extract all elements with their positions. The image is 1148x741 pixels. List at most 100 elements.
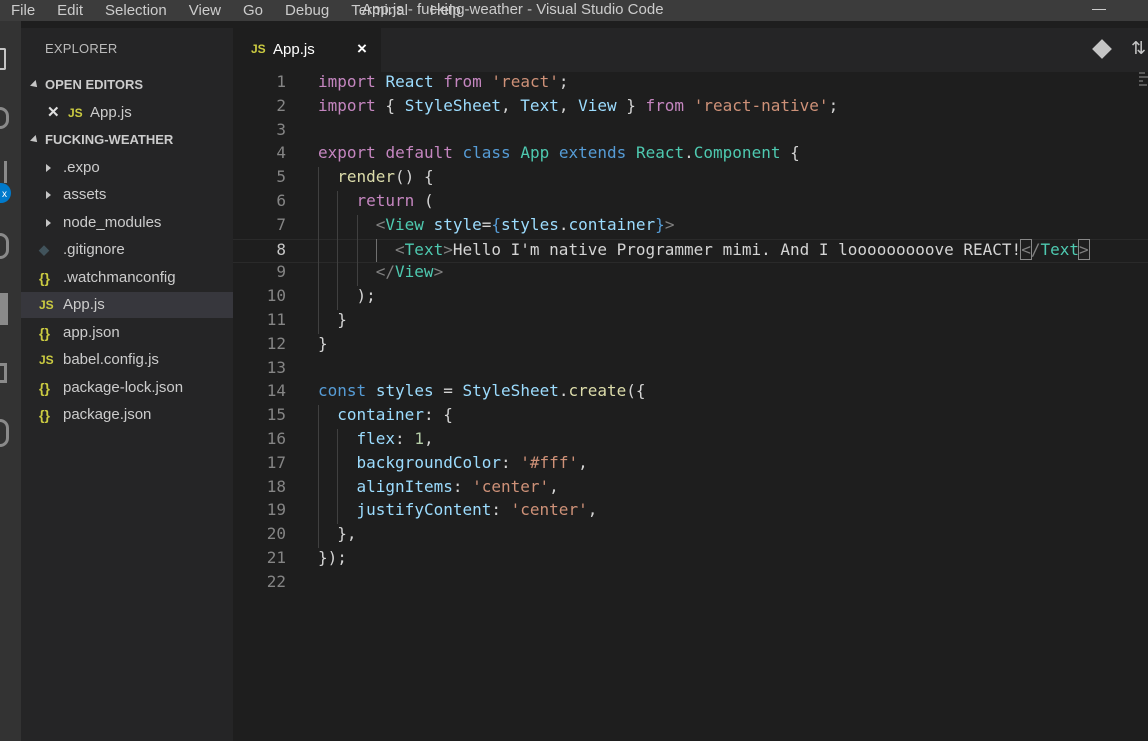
tree-item-package-json[interactable]: {} package.json — [21, 402, 233, 428]
tree-item-label: assets — [63, 186, 107, 203]
files-icon[interactable] — [0, 48, 6, 70]
chevron-right-icon — [46, 219, 51, 227]
code-line[interactable]: 19 justifyContent: 'center', — [233, 500, 1148, 524]
indent-guide — [318, 476, 319, 501]
code-line[interactable]: 14 const styles = StyleSheet.create({ — [233, 381, 1148, 405]
code-token: const — [318, 381, 367, 401]
code-line[interactable]: 12} — [233, 334, 1148, 358]
line-number: 22 — [266, 571, 286, 591]
tree-item-package-lock[interactable]: {} package-lock.json — [21, 375, 233, 401]
tree-item-app-json[interactable]: {} app.json — [21, 320, 233, 346]
code-line[interactable]: 5 render() { — [233, 167, 1148, 191]
code-text: flex: 1, — [357, 429, 434, 449]
code-line[interactable]: 15 container: { — [233, 405, 1148, 429]
tree-item-watchmanconfig[interactable]: {} .watchmanconfig — [21, 265, 233, 291]
badge-text: x — [2, 189, 7, 200]
tree-item-label: app.json — [63, 324, 120, 341]
code-token: flex — [356, 429, 396, 448]
code-line[interactable]: 1 import React from 'react'; — [233, 72, 1148, 96]
code-token: App — [520, 143, 550, 163]
close-icon[interactable]: ✕ — [47, 100, 60, 126]
code-line[interactable]: 10); — [233, 286, 1148, 310]
activity-bar: x — [0, 21, 21, 741]
debug-icon[interactable] — [0, 233, 9, 259]
tab-app-js[interactable]: JS App.js × — [233, 28, 381, 72]
open-changes-icon[interactable] — [1092, 39, 1112, 59]
code-token: < — [1020, 238, 1032, 260]
code-line[interactable]: 18 alignItems: 'center', — [233, 477, 1148, 501]
code-line[interactable]: 6 return ( — [233, 191, 1148, 215]
code-line[interactable]: 4 export default class App extends React.… — [233, 143, 1148, 167]
indent-guide — [318, 191, 319, 215]
code-token: import — [318, 95, 376, 115]
line-number: 19 — [266, 500, 286, 520]
code-line[interactable]: 7 <View style={styles.container}> — [233, 215, 1148, 239]
code-line[interactable]: 13 — [233, 358, 1148, 382]
code-token: styles — [501, 214, 559, 234]
code-editor[interactable]: 1 import React from 'react'; 2 import { Sty… — [233, 72, 1148, 741]
tree-item-app-js[interactable]: JS App.js — [21, 292, 233, 318]
code-text: <View style={styles.container}> — [376, 215, 675, 235]
source-control-icon[interactable] — [0, 161, 7, 183]
code-text: </View> — [376, 262, 443, 282]
code-text: container: { — [337, 405, 453, 425]
indent-guide — [337, 191, 339, 215]
code-line[interactable]: 20}, — [233, 524, 1148, 548]
code-line[interactable]: 21}); — [233, 548, 1148, 572]
explorer-sidebar: EXPLORER OPEN EDITORS ✕ JS App.js FUCKIN… — [21, 28, 233, 741]
code-line[interactable]: 2 import { StyleSheet, Text, View } from … — [233, 96, 1148, 120]
code-token: : — [501, 452, 521, 472]
code-line[interactable]: 17 backgroundColor: '#fff', — [233, 453, 1148, 477]
code-token: ( — [414, 191, 434, 210]
tree-item-expo[interactable]: .expo — [21, 155, 233, 181]
minimize-button[interactable] — [1092, 9, 1106, 10]
code-token: alignItems — [356, 476, 453, 496]
minimap[interactable] — [1139, 72, 1148, 112]
code-line[interactable]: 16 flex: 1, — [233, 429, 1148, 453]
open-editor-item[interactable]: ✕ JS App.js — [21, 100, 233, 126]
tree-item-label: package-lock.json — [63, 379, 184, 396]
indent-guide — [337, 500, 339, 525]
remote-icon[interactable] — [0, 363, 7, 383]
code-token: < — [395, 239, 405, 259]
chevron-right-icon — [46, 191, 51, 199]
code-text: backgroundColor: '#fff', — [357, 453, 588, 473]
line-number: 20 — [266, 524, 286, 544]
code-line[interactable]: 22 — [233, 572, 1148, 596]
project-header[interactable]: FUCKING-WEATHER — [21, 129, 233, 151]
open-editors-header[interactable]: OPEN EDITORS — [21, 74, 233, 96]
code-token: , — [549, 476, 559, 496]
tree-item-assets[interactable]: assets — [21, 182, 233, 208]
indent-guide — [318, 214, 319, 239]
search-icon[interactable] — [0, 107, 9, 129]
indent-guide — [375, 238, 377, 263]
tree-item-node-modules[interactable]: node_modules — [21, 210, 233, 236]
tree-item-gitignore[interactable]: ◆ .gitignore — [21, 237, 233, 263]
account-icon[interactable] — [0, 419, 9, 447]
code-token: backgroundColor — [356, 452, 502, 472]
code-text: export default class App extends React.C… — [318, 143, 800, 163]
line-number: 16 — [266, 429, 286, 448]
code-token: default — [385, 143, 453, 163]
code-line[interactable]: 9 </View> — [233, 262, 1148, 286]
code-token: 'react' — [491, 72, 559, 91]
code-text: } — [337, 310, 347, 330]
code-line[interactable]: 11} — [233, 310, 1148, 334]
json-file-icon: {} — [39, 407, 50, 423]
line-number: 18 — [266, 476, 286, 496]
code-token: style — [433, 214, 482, 234]
extensions-icon[interactable] — [0, 293, 8, 325]
code-token: container — [568, 214, 656, 234]
code-line[interactable]: 8 <Text>Hello I'm native Programmer mimi.… — [233, 238, 1148, 263]
tree-item-babel-config[interactable]: JS babel.config.js — [21, 347, 233, 373]
code-token: View — [385, 214, 424, 234]
code-line[interactable]: 3 — [233, 120, 1148, 144]
indent-guide — [318, 167, 319, 191]
split-editor-icon[interactable]: ⇅ — [1131, 38, 1146, 59]
line-number: 8 — [276, 239, 286, 259]
tab-close-button[interactable]: × — [357, 39, 367, 59]
indent-guide — [318, 500, 319, 525]
